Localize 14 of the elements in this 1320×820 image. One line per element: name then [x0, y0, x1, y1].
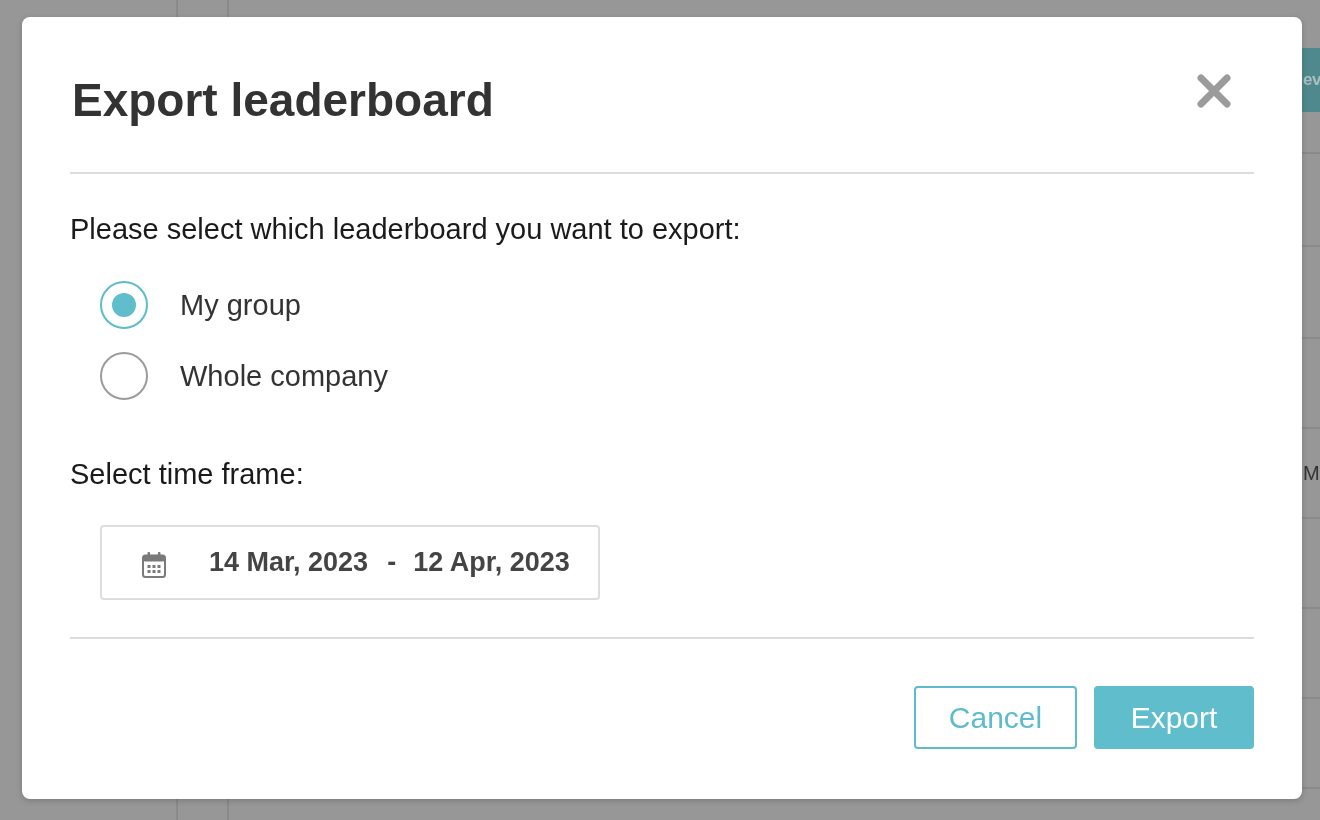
calendar-icon [142, 551, 166, 578]
start-date: 14 Mar, 2023 [209, 547, 369, 578]
radio-button[interactable] [100, 281, 148, 329]
prompt-text: Please select which leaderboard you want to export: [70, 212, 741, 247]
close-icon[interactable] [1197, 74, 1231, 108]
end-date: 12 Apr, 2023 [413, 547, 570, 578]
date-separator: - [387, 547, 397, 578]
date-range-field[interactable]: 14 Mar, 2023 - 12 Apr, 2023 [100, 525, 600, 600]
dialog-title: Export leaderboard [72, 74, 494, 126]
option-label[interactable]: Whole company [180, 359, 388, 393]
background-text: M [1302, 461, 1320, 485]
radio-button[interactable] [100, 352, 148, 400]
option-label[interactable]: My group [180, 288, 301, 322]
time-frame-label: Select time frame: [70, 457, 304, 492]
